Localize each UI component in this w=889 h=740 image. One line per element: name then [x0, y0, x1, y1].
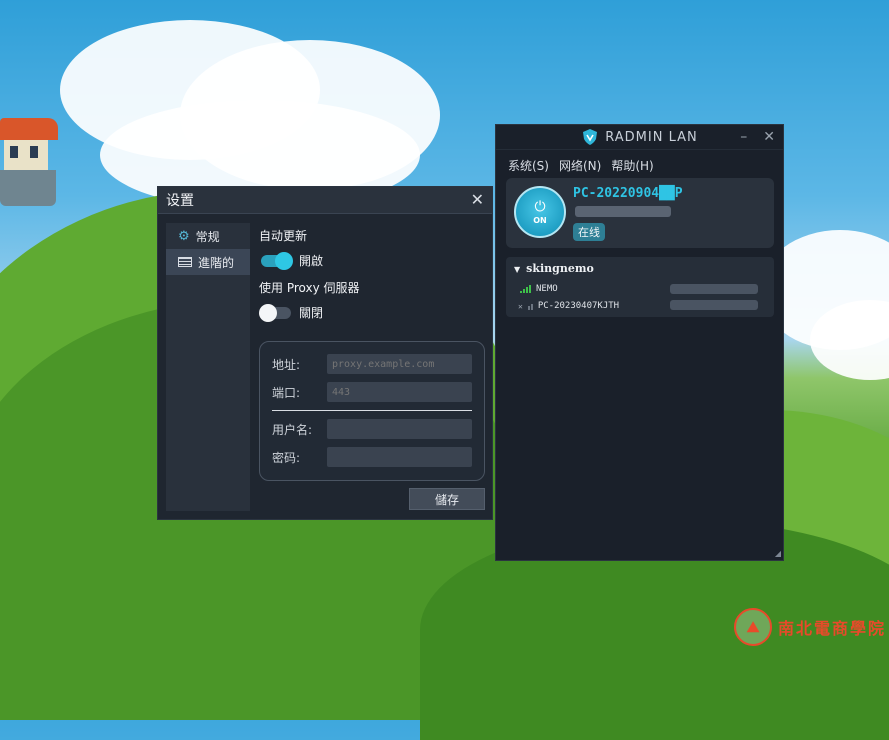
port-input[interactable] — [327, 382, 472, 402]
menu-help[interactable]: 帮助(H) — [611, 157, 653, 174]
network-header[interactable]: ▼ skingnemo — [514, 262, 594, 275]
settings-content: 自动更新 開啟 使用 Proxy 伺服器 關閉 — [259, 223, 485, 329]
power-button[interactable]: ⏻ ON — [514, 186, 566, 238]
radmin-shield-icon — [583, 129, 598, 145]
radmin-menubar: 系统(S) 网络(N) 帮助(H) — [496, 154, 783, 176]
username-label: 用户名: — [272, 422, 313, 437]
local-pc-card: ⏻ ON PC-20220904██P 在线 — [506, 178, 774, 248]
radmin-logo: RADMIN LAN — [581, 128, 697, 146]
proxy-toggle[interactable] — [259, 303, 291, 322]
triangle-down-icon: ▼ — [514, 263, 521, 274]
password-input[interactable] — [327, 447, 472, 467]
peer-row[interactable]: NEMO — [520, 284, 558, 294]
settings-titlebar: 设置 ✕ — [158, 187, 492, 214]
password-label: 密码: — [272, 450, 301, 465]
power-icon: ⏻ — [534, 198, 546, 215]
status-badge: 在线 — [573, 223, 605, 241]
pc-name: PC-20220904██P — [573, 186, 683, 201]
divider — [272, 410, 472, 411]
house-illustration — [0, 118, 60, 210]
auto-update-state: 開啟 — [299, 254, 324, 268]
resize-grip-icon[interactable]: ◢ — [775, 549, 781, 558]
save-button[interactable]: 儲存 — [409, 488, 485, 510]
watermark: ⛰ 南北電商學院 — [734, 608, 886, 646]
settings-sidebar: ⚙ 常规 進階的 — [166, 223, 250, 511]
redacted-ip — [670, 300, 758, 310]
radmin-lan-window: RADMIN LAN – ✕ 系统(S) 网络(N) 帮助(H) ⏻ ON PC… — [495, 124, 784, 561]
power-label: ON — [533, 215, 547, 225]
radmin-titlebar: RADMIN LAN – ✕ — [496, 125, 783, 150]
menu-network[interactable]: 网络(N) — [559, 157, 601, 174]
minimize-icon[interactable]: – — [740, 129, 747, 145]
proxy-label: 使用 Proxy 伺服器 — [259, 281, 360, 295]
watermark-text: 南北電商學院 — [778, 619, 887, 638]
settings-close-icon[interactable]: ✕ — [471, 192, 484, 208]
network-name: skingnemo — [526, 262, 594, 275]
list-icon — [178, 257, 192, 267]
sidebar-item-label: 進階的 — [198, 255, 235, 270]
peer-name: PC-20230407KJTH — [537, 301, 620, 311]
address-label: 地址: — [272, 357, 301, 372]
proxy-state: 關閉 — [299, 306, 324, 320]
offline-icon: ✕ — [518, 301, 523, 311]
close-icon[interactable]: ✕ — [763, 129, 775, 145]
username-input[interactable] — [327, 419, 472, 439]
radmin-title: RADMIN LAN — [605, 129, 698, 145]
address-input[interactable] — [327, 354, 472, 374]
sidebar-item-general[interactable]: ⚙ 常规 — [166, 223, 250, 249]
settings-title: 设置 — [166, 193, 194, 209]
redacted-ip — [670, 284, 758, 294]
auto-update-label: 自动更新 — [259, 229, 308, 243]
sidebar-item-label: 常规 — [195, 229, 220, 244]
sidebar-item-advanced[interactable]: 進階的 — [166, 249, 250, 275]
auto-update-toggle[interactable] — [261, 251, 293, 270]
peer-row[interactable]: ✕ PC-20230407KJTH — [518, 301, 619, 311]
port-label: 端口: — [272, 385, 301, 400]
menu-system[interactable]: 系统(S) — [508, 157, 549, 174]
proxy-settings-box: 地址: 端口: 用户名: 密码: — [259, 341, 485, 481]
signal-icon — [520, 285, 531, 293]
network-panel: ▼ skingnemo NEMO ✕ PC-20230407KJTH — [506, 257, 774, 317]
peer-name: NEMO — [536, 284, 558, 294]
gear-icon: ⚙ — [178, 228, 190, 244]
signal-icon — [527, 302, 533, 310]
redacted-ip — [575, 206, 671, 217]
settings-dialog: 设置 ✕ ⚙ 常规 進階的 自动更新 開啟 使用 Proxy 伺服器 關閉 地址… — [157, 186, 493, 520]
watermark-logo-icon: ⛰ — [734, 608, 772, 646]
